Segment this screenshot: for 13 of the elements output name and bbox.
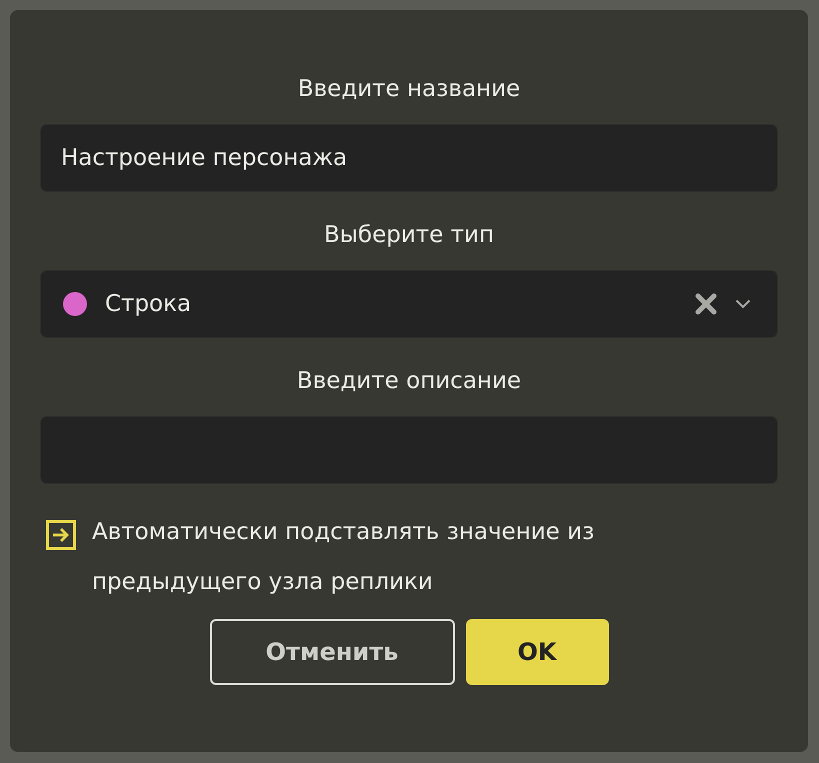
cancel-button[interactable]: Отменить xyxy=(210,619,454,685)
name-label: Введите название xyxy=(296,76,522,102)
name-field[interactable]: Настроение персонажа xyxy=(40,124,778,192)
type-value: Строка xyxy=(105,291,192,317)
ok-button[interactable]: OK xyxy=(466,619,608,685)
arrow-right-icon xyxy=(52,527,70,543)
type-select[interactable]: Строка xyxy=(40,270,778,338)
chevron-down-icon[interactable] xyxy=(735,299,751,309)
clear-icon[interactable] xyxy=(695,293,717,315)
type-label: Выберите тип xyxy=(322,222,496,248)
auto-fill-checkbox[interactable] xyxy=(46,520,76,550)
description-label: Введите описание xyxy=(296,368,522,394)
auto-fill-label: Автоматически подставлять значение из предыдущего узла реплики xyxy=(92,518,596,597)
